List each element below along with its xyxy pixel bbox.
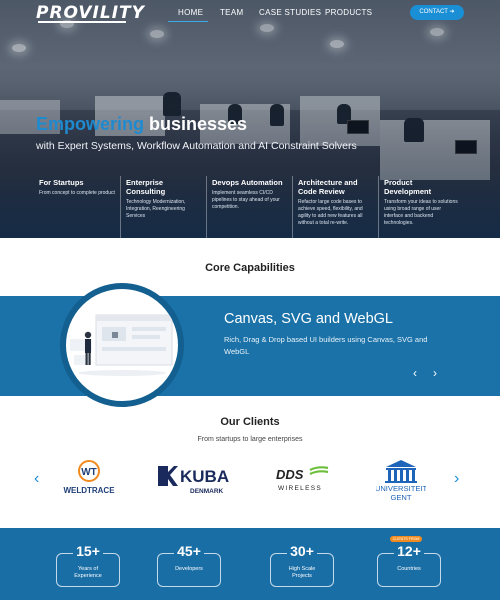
stat-value: 12+ <box>394 543 424 559</box>
stat-label: Experience <box>74 573 102 579</box>
stat-developers: 45+ Developers <box>157 543 221 587</box>
stat-label: Projects <box>292 573 312 579</box>
service-desc: Refactor large code bases to achieve spe… <box>298 199 363 226</box>
stat-label: Years of <box>78 566 98 572</box>
stat-value: 45+ <box>174 543 204 559</box>
hero-title-accent: Empowering <box>36 114 145 134</box>
service-title: For Startups <box>39 178 84 187</box>
clients-title: Our Clients <box>220 416 280 428</box>
hero-title-rest: businesses <box>144 114 248 134</box>
service-desc: Implement seamless CI/CD pipelines to st… <box>212 190 280 210</box>
logo-underline <box>38 21 126 23</box>
core-capabilities-title: Core Capabilities <box>205 262 295 274</box>
dds-logo: DDS WIRELESS <box>276 466 329 492</box>
provility-logo[interactable]: PROVILITY <box>36 3 145 23</box>
top-navbar: PROVILITY HOME TEAM CASE STUDIES PRODUCT… <box>0 0 500 26</box>
capability-illustration <box>60 283 184 407</box>
stat-label: High Scale <box>288 566 316 572</box>
hero-subtitle: with Expert Systems, Workflow Automation… <box>36 140 357 152</box>
service-desc: Transform your ideas to solutions using … <box>384 199 458 226</box>
service-desc: From concept to complete product <box>39 190 115 196</box>
hero-title: Empowering businesses <box>36 114 247 135</box>
stat-value: 15+ <box>73 543 103 559</box>
service-title: Product Development <box>384 178 432 196</box>
carousel-prev-button[interactable]: ‹ <box>413 366 417 380</box>
service-product-development[interactable]: Product Development Transform your ideas… <box>378 176 464 238</box>
stat-value: 30+ <box>287 543 317 559</box>
stat-label: Countries <box>397 566 421 572</box>
stat-label: Developers <box>175 566 203 572</box>
clients-subtitle: From startups to large enterprises <box>197 436 303 443</box>
nav-home[interactable]: HOME <box>178 8 203 17</box>
ugent-sub: GENT <box>390 493 411 502</box>
nav-products[interactable]: PRODUCTS <box>325 8 372 17</box>
kuba-name: KUBA <box>180 467 229 486</box>
dds-sub: WIRELESS <box>278 485 322 492</box>
kuba-logo: KUBA DENMARK <box>158 466 229 495</box>
stat-years-experience: 15+ Years of Experience <box>56 543 120 587</box>
ugent-logo: UNIVERSITEIT GENT <box>375 460 428 502</box>
service-title: Architecture and Code Review <box>298 178 358 196</box>
active-nav-indicator <box>168 21 208 22</box>
carousel-next-button[interactable]: › <box>433 366 437 380</box>
service-architecture[interactable]: Architecture and Code Review Refactor la… <box>292 176 378 238</box>
services-strip: For Startups From concept to complete pr… <box>34 176 500 238</box>
client-logo-weldtrace: WT WELDTRACE <box>58 458 120 498</box>
weldtrace-name: WELDTRACE <box>63 486 115 495</box>
client-logo-kuba: KUBA DENMARK <box>156 458 236 498</box>
canvas-builder-illustration <box>70 314 173 376</box>
service-title: Devops Automation <box>212 178 283 187</box>
ugent-name: UNIVERSITEIT <box>376 484 426 493</box>
slide-title: Canvas, SVG and WebGL <box>224 311 393 327</box>
nav-case-studies[interactable]: CASE STUDIES <box>259 8 321 17</box>
clients-from-badge: CLIENTS FROM <box>390 536 422 542</box>
service-desc: Technology Modernization, Integration, R… <box>126 199 186 219</box>
nav-team[interactable]: TEAM <box>220 8 243 17</box>
contact-button[interactable]: CONTACT ➜ <box>410 5 464 20</box>
service-devops[interactable]: Devops Automation Implement seamless CI/… <box>206 176 292 238</box>
service-title: Enterprise Consulting <box>126 178 166 196</box>
slide-description: Rich, Drag & Drop based UI builders usin… <box>224 335 428 356</box>
service-enterprise-consulting[interactable]: Enterprise Consulting Technology Moderni… <box>120 176 206 238</box>
dds-name: DDS <box>276 467 304 482</box>
weldtrace-badge: WT <box>81 467 97 478</box>
weldtrace-logo: WT WELDTRACE <box>63 460 115 495</box>
clients-prev-button[interactable]: ‹ <box>34 470 39 488</box>
clients-next-button[interactable]: › <box>454 470 459 488</box>
stat-countries: 12+ Countries <box>377 543 441 587</box>
service-startups[interactable]: For Startups From concept to complete pr… <box>34 176 120 238</box>
stat-projects: 30+ High Scale Projects <box>270 543 334 587</box>
client-logo-dds-wireless: DDS WIRELESS <box>272 458 332 498</box>
kuba-sub: DENMARK <box>190 488 224 495</box>
client-logo-universiteit-gent: UNIVERSITEIT GENT <box>375 458 428 502</box>
